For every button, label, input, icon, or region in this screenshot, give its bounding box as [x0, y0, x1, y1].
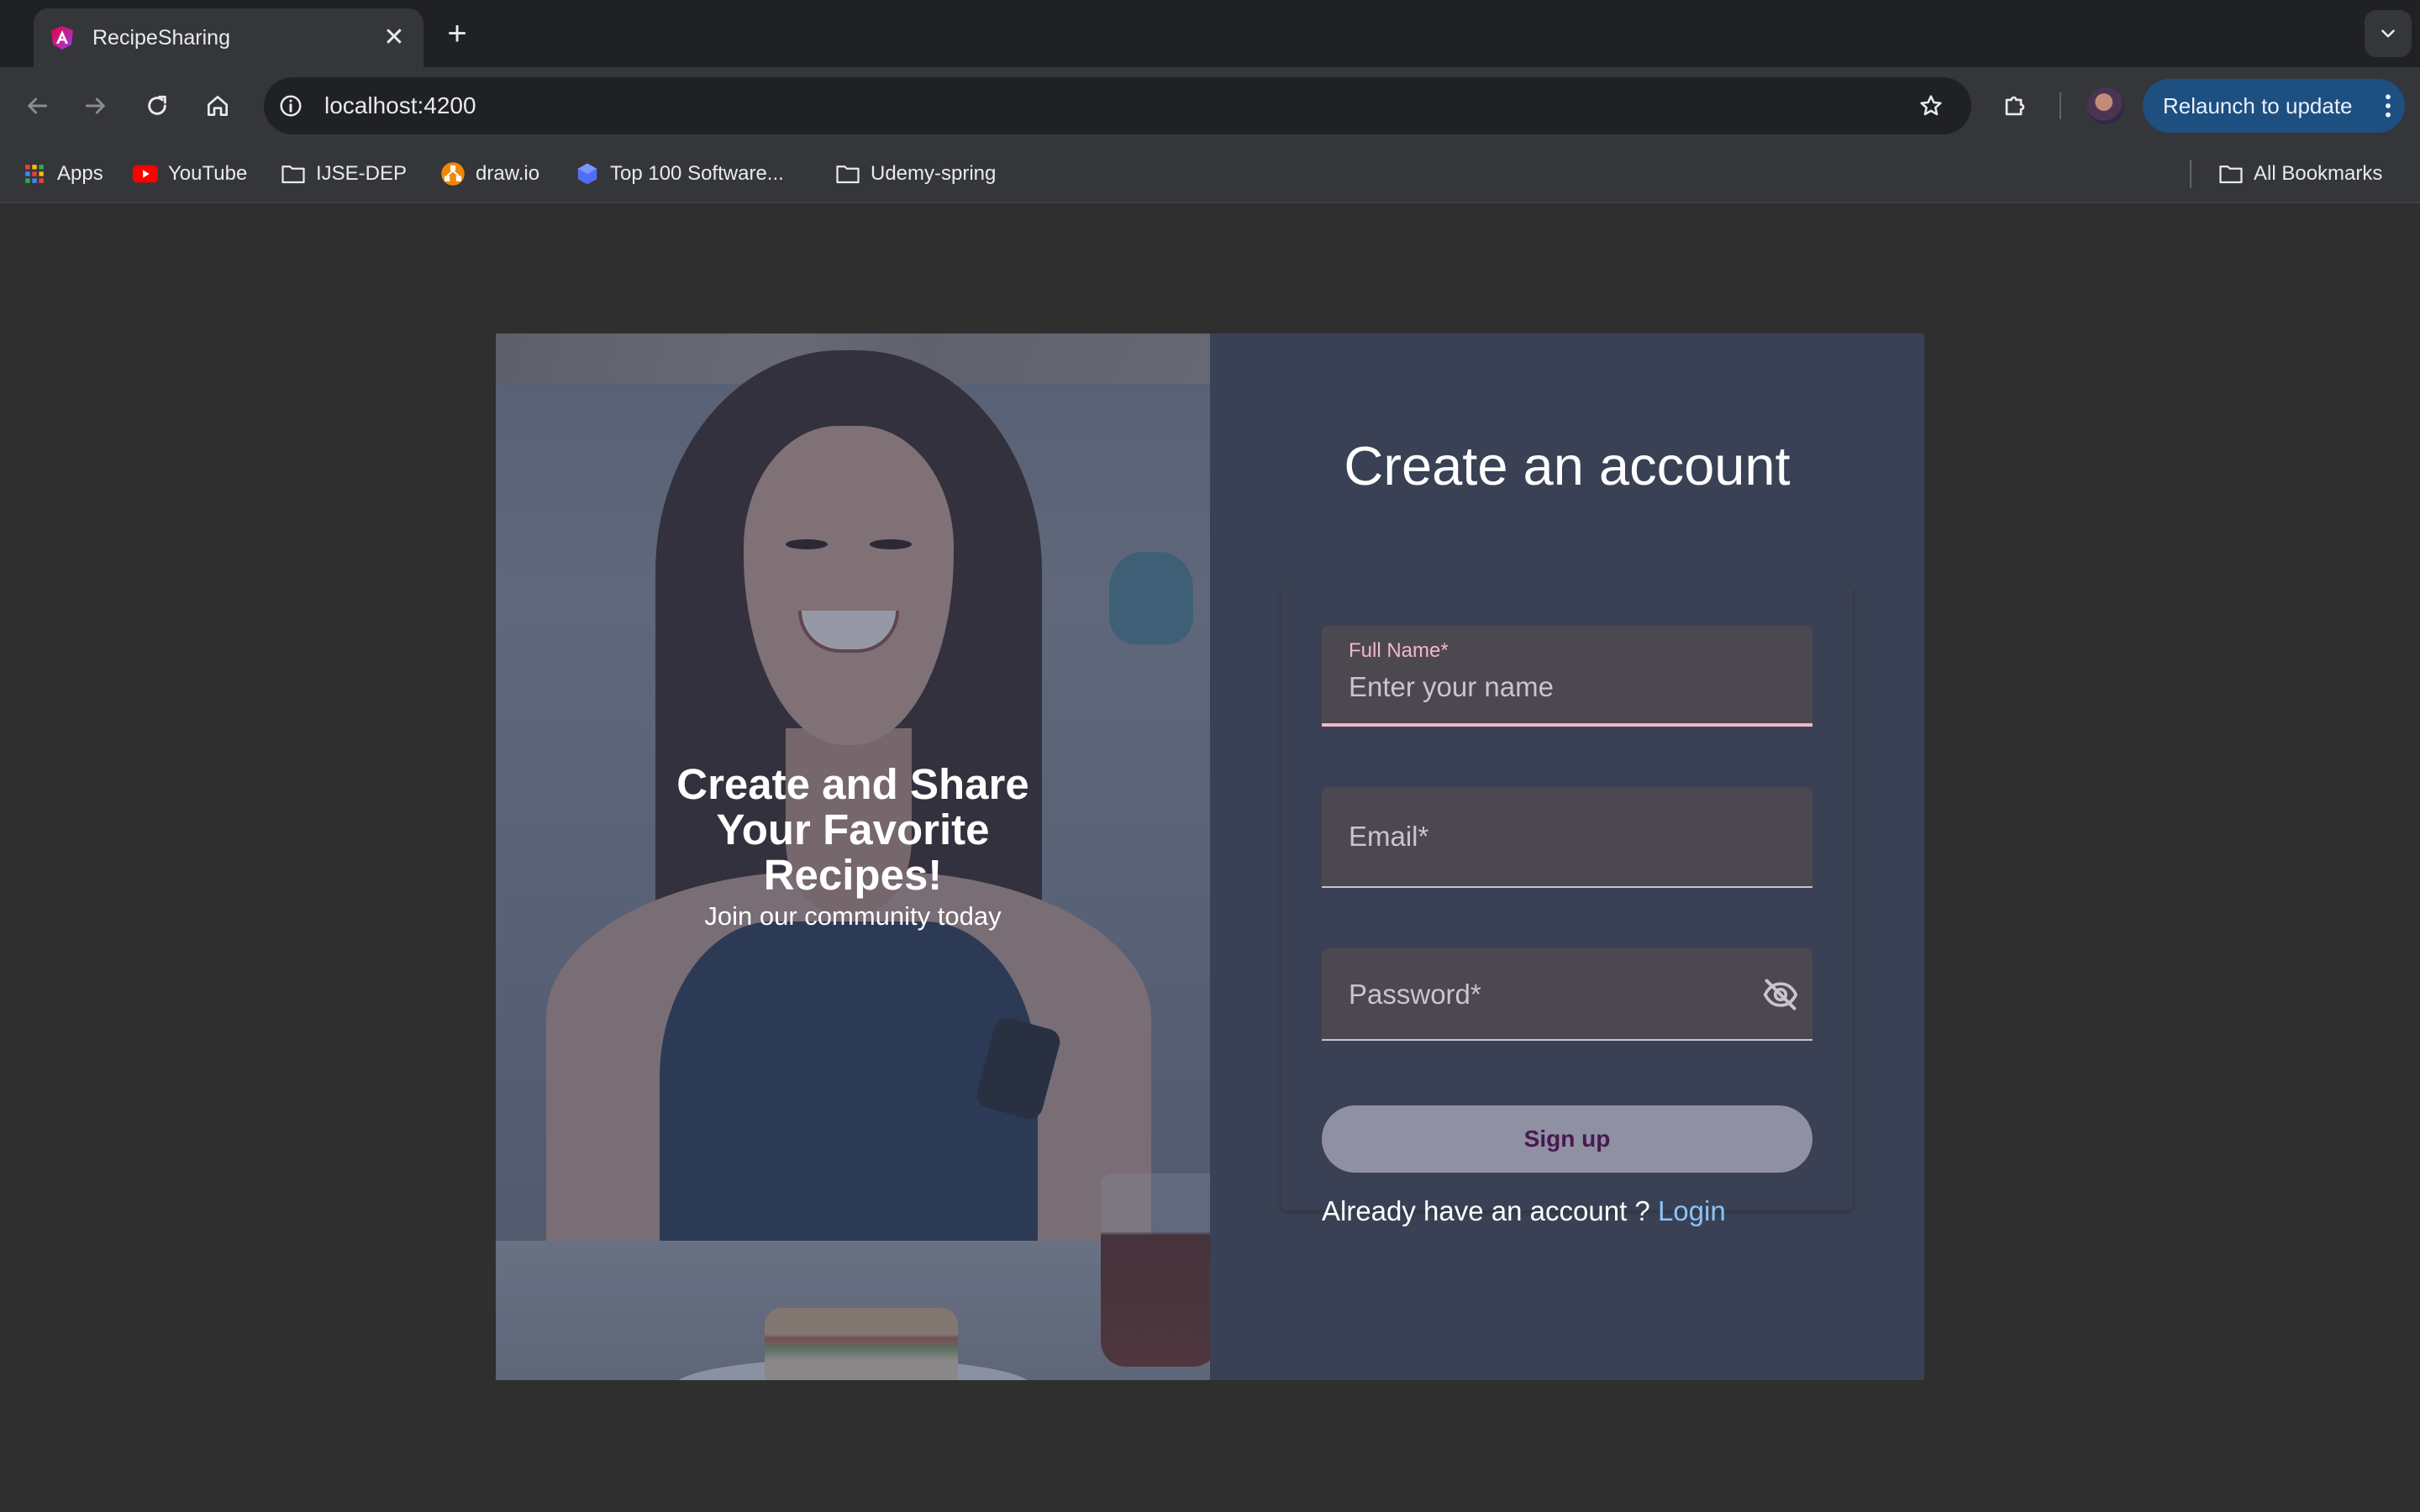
bookmark-label: YouTube: [168, 162, 248, 185]
eye-off-icon[interactable]: [1759, 973, 1802, 1016]
all-bookmarks-button[interactable]: All Bookmarks: [2218, 159, 2382, 189]
login-prompt: Already have an account ?: [1322, 1195, 1650, 1226]
folder-icon: [2218, 161, 2244, 186]
password-label: Password*: [1349, 979, 1481, 1010]
hexagon-icon: [575, 161, 600, 186]
hero-subheading: Join our community today: [704, 901, 1002, 931]
password-field[interactable]: Password*: [1322, 948, 1812, 1041]
reload-icon: [148, 95, 166, 115]
home-button[interactable]: [197, 86, 238, 126]
bookmark-label: IJSE-DEP: [316, 162, 408, 185]
email-label: Email*: [1349, 821, 1429, 852]
login-link[interactable]: Login: [1658, 1195, 1726, 1226]
bookmarks-divider: [2190, 160, 2191, 188]
info-icon[interactable]: [274, 89, 308, 123]
apps-grid-icon: [22, 161, 47, 186]
tab-search-button[interactable]: [2365, 10, 2412, 57]
toolbar-divider: [2060, 92, 2061, 119]
bookmark-top-100-software[interactable]: Top 100 Software...: [575, 159, 784, 189]
full-name-field[interactable]: Full Name*: [1322, 626, 1812, 727]
drawio-icon: [440, 161, 466, 186]
bookmark-ijse-dep[interactable]: IJSE-DEP: [281, 159, 407, 189]
close-icon[interactable]: ✕: [380, 24, 408, 52]
signup-form-panel: Create an account Full Name* Email* Pass…: [1210, 333, 1924, 1380]
bookmarks-bar: Apps YouTube IJSE-DEP draw.io Top 100 So…: [0, 144, 2420, 203]
chevron-down-icon: [2381, 29, 2395, 38]
folder-icon: [835, 161, 860, 186]
bookmark-apps[interactable]: Apps: [22, 159, 103, 189]
bookmark-label: Top 100 Software...: [610, 162, 784, 185]
bookmark-label: draw.io: [476, 162, 540, 185]
arrow-right-icon: [85, 97, 105, 114]
url-text[interactable]: localhost:4200: [324, 92, 1911, 119]
folder-icon: [281, 161, 306, 186]
youtube-icon: [133, 161, 158, 186]
puzzle-icon: [2005, 96, 2025, 116]
extensions-button[interactable]: [1995, 86, 2035, 126]
page-title: Create an account: [1344, 435, 1791, 496]
relaunch-button[interactable]: Relaunch to update: [2143, 79, 2405, 133]
home-icon: [208, 96, 228, 116]
relaunch-label: Relaunch to update: [2163, 92, 2353, 118]
arrow-left-icon: [28, 97, 48, 114]
hero-image-panel: Create and Share Your Favorite Recipes! …: [496, 333, 1210, 1380]
kebab-menu-icon[interactable]: [2371, 89, 2405, 123]
hero-heading: Create and Share Your Favorite Recipes!: [676, 760, 1029, 899]
signup-form: Full Name* Email* Password*: [1281, 585, 1853, 1226]
back-button[interactable]: [17, 86, 57, 126]
email-field[interactable]: Email*: [1322, 787, 1812, 888]
full-name-input[interactable]: [1349, 668, 1786, 706]
reload-button[interactable]: [137, 86, 177, 126]
tab-title: RecipeSharing: [92, 25, 230, 50]
profile-avatar[interactable]: [2087, 87, 2124, 124]
all-bookmarks-label: All Bookmarks: [2254, 162, 2383, 185]
new-tab-button[interactable]: +: [439, 15, 476, 52]
signup-card: Create and Share Your Favorite Recipes! …: [496, 333, 1924, 1380]
bookmark-label: Apps: [57, 162, 103, 185]
page-viewport: Create and Share Your Favorite Recipes! …: [0, 203, 2420, 1512]
browser-toolbar: localhost:4200 Relaunch to update: [0, 67, 2420, 144]
login-prompt-line: Already have an account ? Login: [1322, 1195, 1726, 1227]
forward-button[interactable]: [76, 86, 116, 126]
hero-text-block: Create and Share Your Favorite Recipes! …: [496, 762, 1210, 933]
bookmark-udemy-spring[interactable]: Udemy-spring: [835, 159, 996, 189]
sign-up-button[interactable]: Sign up: [1322, 1105, 1812, 1173]
star-icon[interactable]: [1911, 86, 1951, 126]
browser-tab[interactable]: RecipeSharing ✕: [34, 8, 424, 67]
address-bar[interactable]: localhost:4200: [264, 77, 1971, 134]
angular-icon: [49, 24, 76, 51]
bookmark-drawio[interactable]: draw.io: [440, 159, 539, 189]
tab-strip: RecipeSharing ✕ +: [0, 0, 2420, 67]
full-name-label: Full Name*: [1349, 639, 1449, 662]
bookmark-label: Udemy-spring: [871, 162, 997, 185]
bookmark-youtube[interactable]: YouTube: [133, 159, 247, 189]
